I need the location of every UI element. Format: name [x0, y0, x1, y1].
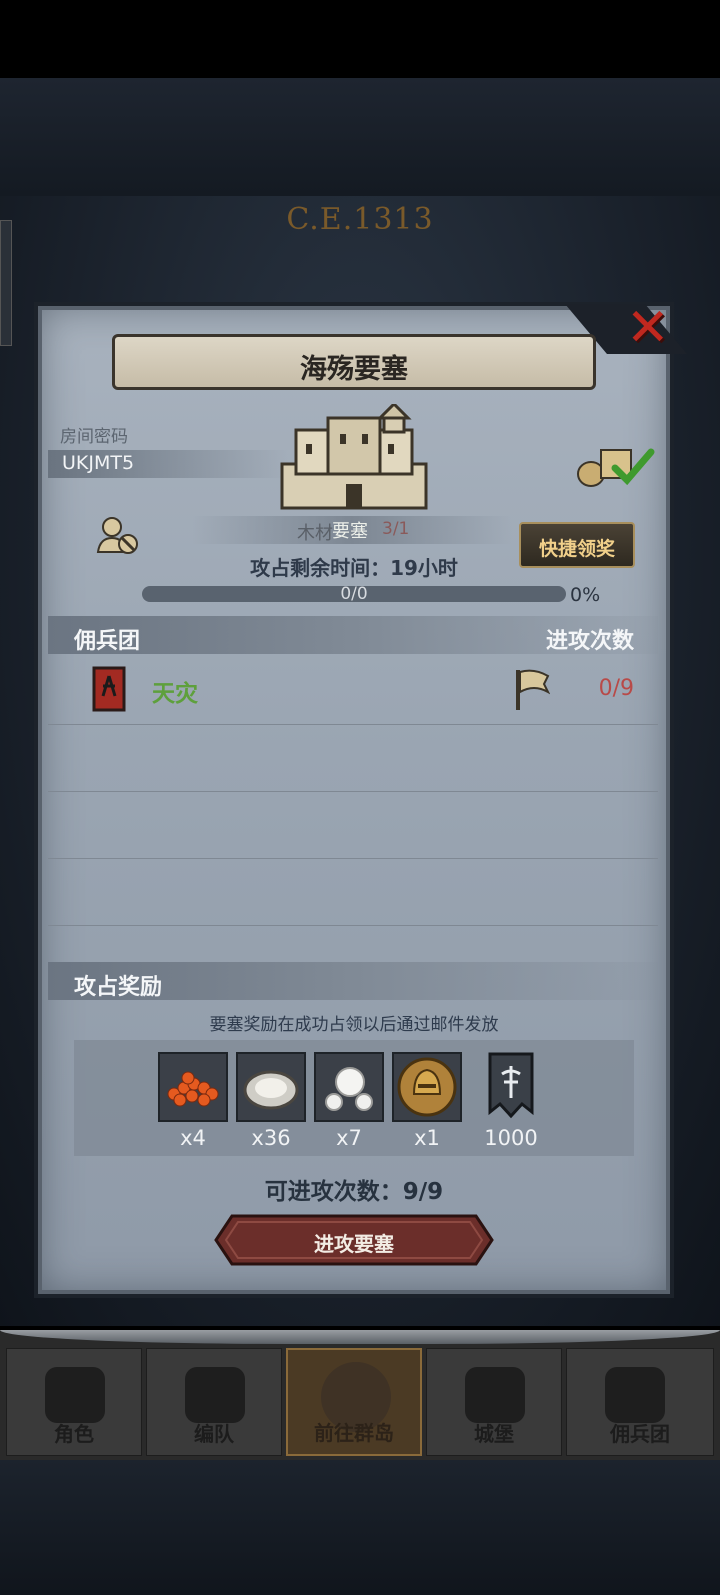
user-block-icon[interactable] [96, 516, 140, 556]
time-remaining: 攻占剩余时间：19小时 [250, 556, 458, 580]
close-icon: ✕ [626, 298, 670, 358]
resource-value: 3/1 [382, 519, 410, 539]
rewards-section-header: 攻占奖励 [48, 962, 658, 1000]
side-tab[interactable] [0, 220, 12, 346]
mercenary-section-header: 佣兵团 进攻次数 [48, 616, 658, 654]
nav-castle-label: 城堡 [474, 1422, 514, 1446]
era-year: C.E.1313 [286, 202, 434, 237]
fortress-icon [280, 404, 428, 510]
attempts-remaining: 可进攻次数：9/9 [264, 1179, 444, 1205]
attack-header: 进攻次数 [545, 629, 634, 654]
room-code: UKJMT5 [62, 452, 135, 474]
resource-label: 木材 [297, 523, 333, 544]
dialog-title: 海殇要塞 [300, 354, 408, 385]
pearl-icon [325, 1067, 373, 1111]
roe-icon [167, 1071, 219, 1107]
guild-row[interactable]: 天灾 0/9 [48, 658, 658, 725]
bottom-band [0, 1460, 720, 1595]
reward-count: x36 [251, 1126, 291, 1150]
mercenary-header: 佣兵团 [74, 629, 141, 654]
nav-castle[interactable]: 城堡 [426, 1348, 562, 1456]
helmet-icon [185, 1367, 245, 1423]
empty-row [48, 792, 658, 859]
guild-attack-count: 0/9 [598, 676, 634, 701]
nav-mercenary-label: 佣兵团 [610, 1422, 670, 1446]
reward-item[interactable] [486, 1052, 556, 1122]
reward-count: x4 [180, 1126, 206, 1150]
reward-item[interactable] [158, 1052, 228, 1122]
attack-flag-icon [516, 669, 550, 710]
guild-banner-icon [488, 1052, 534, 1119]
room-label: 房间密码 [60, 427, 128, 447]
reward-item[interactable] [392, 1052, 462, 1122]
oyster-icon [243, 1070, 299, 1110]
supplies-check-icon[interactable] [575, 444, 655, 488]
room-code-box: UKJMT5 [48, 450, 288, 478]
progress-text: 0/0 [340, 584, 368, 604]
title-banner: 海殇要塞 [112, 334, 596, 390]
reward-count: x7 [336, 1126, 362, 1150]
guild-banner-icon [92, 666, 126, 712]
nav-islands[interactable]: 前往群岛 [286, 1348, 422, 1456]
rewards-header: 攻占奖励 [74, 975, 163, 1000]
empty-row [48, 859, 658, 926]
top-band [0, 78, 720, 196]
reward-count: x1 [414, 1126, 440, 1150]
nav-islands-label: 前往群岛 [314, 1421, 394, 1445]
mercenary-icon [605, 1367, 665, 1423]
close-button[interactable]: ✕ [565, 298, 687, 358]
nav-role[interactable]: 角色 [6, 1348, 142, 1456]
bottom-nav: 角色 编队 前往群岛 城堡 佣兵团 [0, 1330, 720, 1460]
empty-row [48, 725, 658, 792]
reward-item[interactable] [236, 1052, 306, 1122]
attack-button-label: 进攻要塞 [314, 1232, 394, 1256]
nav-formation-label: 编队 [194, 1422, 234, 1446]
capture-progress-bar: 0/0 [142, 584, 566, 604]
nav-formation[interactable]: 编队 [146, 1348, 282, 1456]
resource-bar: 木材 要塞 3/1 [192, 516, 512, 544]
nav-role-label: 角色 [54, 1422, 94, 1446]
knight-icon [45, 1367, 105, 1423]
nav-mercenary[interactable]: 佣兵团 [566, 1348, 714, 1456]
reward-count: 1000 [484, 1126, 538, 1150]
reward-item[interactable] [314, 1052, 384, 1122]
helmet-medal-icon [397, 1057, 457, 1117]
status-bar-area [0, 0, 720, 78]
castle-icon [465, 1367, 525, 1423]
rewards-note: 要塞奖励在成功占领以后通过邮件发放 [209, 1015, 499, 1035]
attack-fortress-button[interactable]: 进攻要塞 [214, 1214, 494, 1266]
guild-name: 天灾 [152, 681, 198, 707]
progress-percent: 0% [570, 584, 601, 606]
fort-label: 要塞 [332, 521, 368, 542]
